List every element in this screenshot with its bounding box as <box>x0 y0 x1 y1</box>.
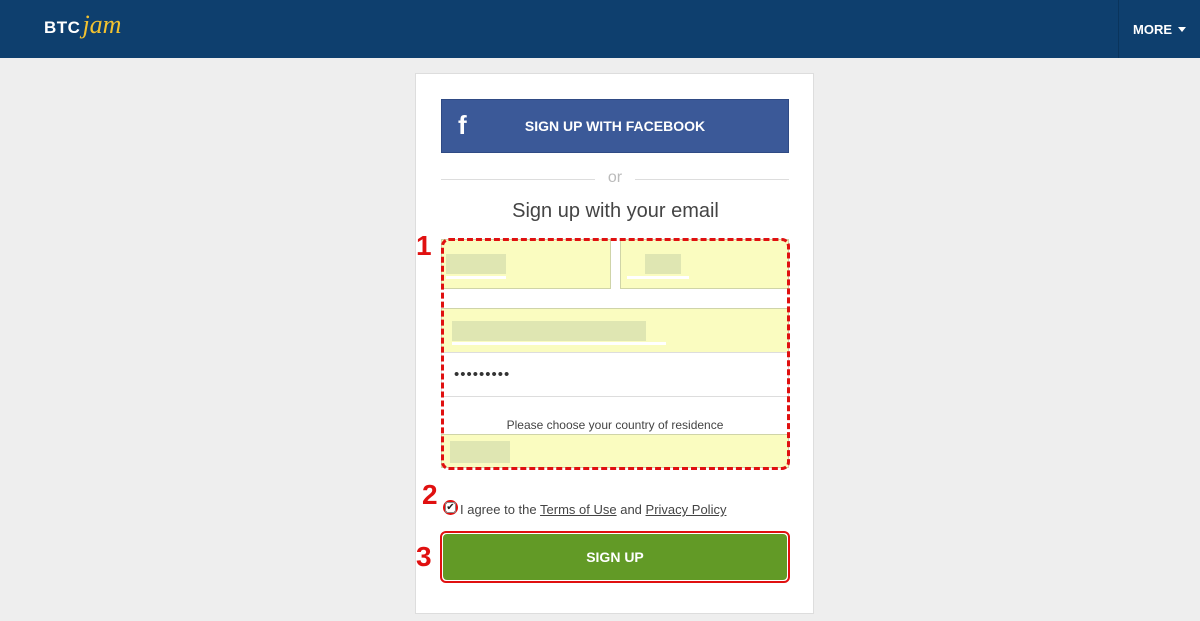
facebook-signup-label: SIGN UP WITH FACEBOOK <box>524 118 706 134</box>
first-name-field[interactable] <box>441 239 611 289</box>
redacted-value <box>645 254 681 274</box>
terms-checkbox[interactable]: ✔ <box>443 500 458 515</box>
redacted-underline <box>446 276 506 279</box>
redacted-underline <box>627 276 689 279</box>
agree-mid: and <box>620 502 642 517</box>
redacted-value <box>450 441 510 463</box>
or-label: or <box>607 169 623 186</box>
sign-up-button[interactable]: SIGN UP <box>443 534 787 580</box>
annotation-number-1: 1 <box>416 230 432 261</box>
terms-of-use-link[interactable]: Terms of Use <box>540 502 617 517</box>
email-field[interactable] <box>441 308 789 353</box>
redacted-value <box>452 321 646 341</box>
logo-text-btc: BTC <box>44 18 81 37</box>
top-navbar: BTC jam MORE <box>0 0 1200 58</box>
annotation-number-3: 3 <box>416 541 432 572</box>
agree-prefix: I agree to the <box>460 502 537 517</box>
password-field[interactable]: ••••••••• <box>441 352 789 397</box>
redacted-underline <box>452 342 666 345</box>
logo-text-jam: jam <box>82 10 122 39</box>
chevron-down-icon <box>1178 27 1186 32</box>
or-divider: or <box>441 169 789 188</box>
country-select[interactable] <box>441 434 789 468</box>
signup-card: f SIGN UP WITH FACEBOOK or Sign up with … <box>415 73 814 614</box>
redacted-value <box>446 254 506 274</box>
signup-heading: Sign up with your email <box>512 200 719 222</box>
terms-agreement: I agree to the Terms of Use and Privacy … <box>460 502 726 517</box>
facebook-signup-button[interactable]: f SIGN UP WITH FACEBOOK <box>441 99 789 153</box>
more-menu-button[interactable]: MORE <box>1118 0 1200 58</box>
privacy-policy-link[interactable]: Privacy Policy <box>646 502 727 517</box>
btcjam-logo[interactable]: BTC jam <box>44 12 121 42</box>
more-label: MORE <box>1133 21 1172 37</box>
last-name-field[interactable] <box>620 239 789 289</box>
facebook-icon: f <box>458 110 467 140</box>
annotation-number-2: 2 <box>422 479 438 510</box>
sign-up-label: SIGN UP <box>586 549 644 565</box>
country-prompt: Please choose your country of residence <box>506 418 724 432</box>
checkbox-icon: ✔ <box>445 502 456 513</box>
